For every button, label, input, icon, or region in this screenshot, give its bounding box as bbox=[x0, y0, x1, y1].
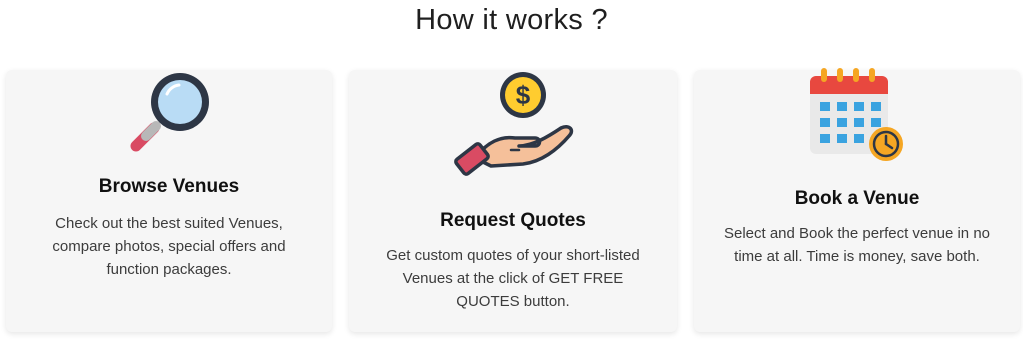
card-title: Book a Venue bbox=[794, 188, 920, 209]
magnifying-glass-icon bbox=[130, 73, 209, 152]
page-title: How it works ? bbox=[415, 4, 608, 36]
card-title: Request Quotes bbox=[440, 210, 586, 231]
card-description: Get custom quotes of your short-listed V… bbox=[386, 247, 640, 310]
card-description: Check out the best suited Venues, compar… bbox=[52, 215, 286, 278]
card-browse-venues: Browse Venues Check out the best suited … bbox=[6, 70, 332, 332]
hand-dollar-coin-icon: $ bbox=[454, 72, 574, 176]
svg-text:$: $ bbox=[516, 80, 531, 110]
card-request-quotes: $ Request Quotes Get custom quotes of yo… bbox=[349, 70, 677, 332]
calendar-clock-icon bbox=[810, 68, 903, 161]
card-book-a-venue: Book a Venue Select and Book the perfect… bbox=[694, 68, 1020, 332]
card-title: Browse Venues bbox=[98, 176, 240, 197]
card-description: Select and Book the perfect venue in no … bbox=[723, 225, 990, 265]
